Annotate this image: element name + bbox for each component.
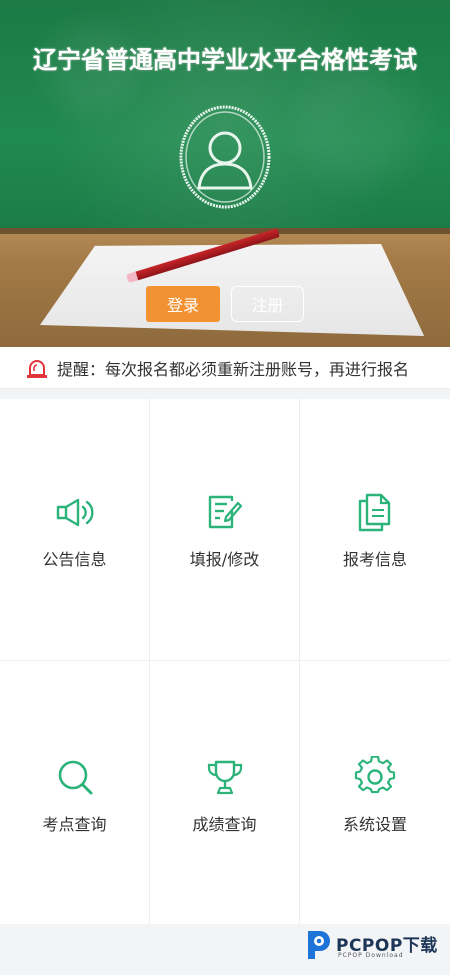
menu-label: 系统设置 [342, 815, 407, 834]
menu-label: 成绩查询 [192, 815, 257, 834]
menu-label: 公告信息 [42, 550, 107, 569]
menu-item-exam-site-query[interactable]: 考点查询 [0, 661, 150, 924]
search-icon [58, 760, 92, 795]
gear-icon [354, 756, 396, 794]
login-button[interactable]: 登录 [146, 286, 220, 322]
app-title: 辽宁省普通高中学业水平合格性考试 [33, 46, 417, 74]
pcpop-logo-icon [308, 931, 330, 959]
notice-text: 提醒：每次报名都必须重新注册账号，再进行报名 [57, 359, 410, 379]
trophy-icon [207, 760, 242, 795]
user-avatar-icon [179, 105, 271, 209]
alarm-light-icon [27, 359, 47, 378]
edit-form-icon [208, 495, 242, 529]
register-button[interactable]: 注册 [231, 286, 304, 322]
menu-label: 考点查询 [42, 815, 107, 834]
documents-icon [358, 493, 391, 532]
menu-item-settings[interactable]: 系统设置 [300, 661, 450, 924]
menu-item-announcements[interactable]: 公告信息 [0, 399, 150, 661]
menu-item-fill-edit[interactable]: 填报/修改 [150, 399, 300, 661]
menu-item-registration-info[interactable]: 报考信息 [300, 399, 450, 661]
menu-label: 填报/修改 [189, 550, 260, 569]
menu-grid: 公告信息 填报/修改 报考信息 考点查询 成绩查询 系统设置 [0, 399, 450, 924]
notice-bar[interactable]: 提醒：每次报名都必须重新注册账号，再进行报名 [0, 347, 450, 389]
watermark: PCPOP下载 PCPOP Download [304, 928, 444, 962]
watermark-sub: PCPOP Download [338, 952, 404, 959]
hero-banner: 辽宁省普通高中学业水平合格性考试 登录 注册 [0, 0, 450, 347]
megaphone-icon [56, 498, 93, 527]
menu-item-score-query[interactable]: 成绩查询 [150, 661, 300, 924]
menu-label: 报考信息 [342, 550, 407, 569]
